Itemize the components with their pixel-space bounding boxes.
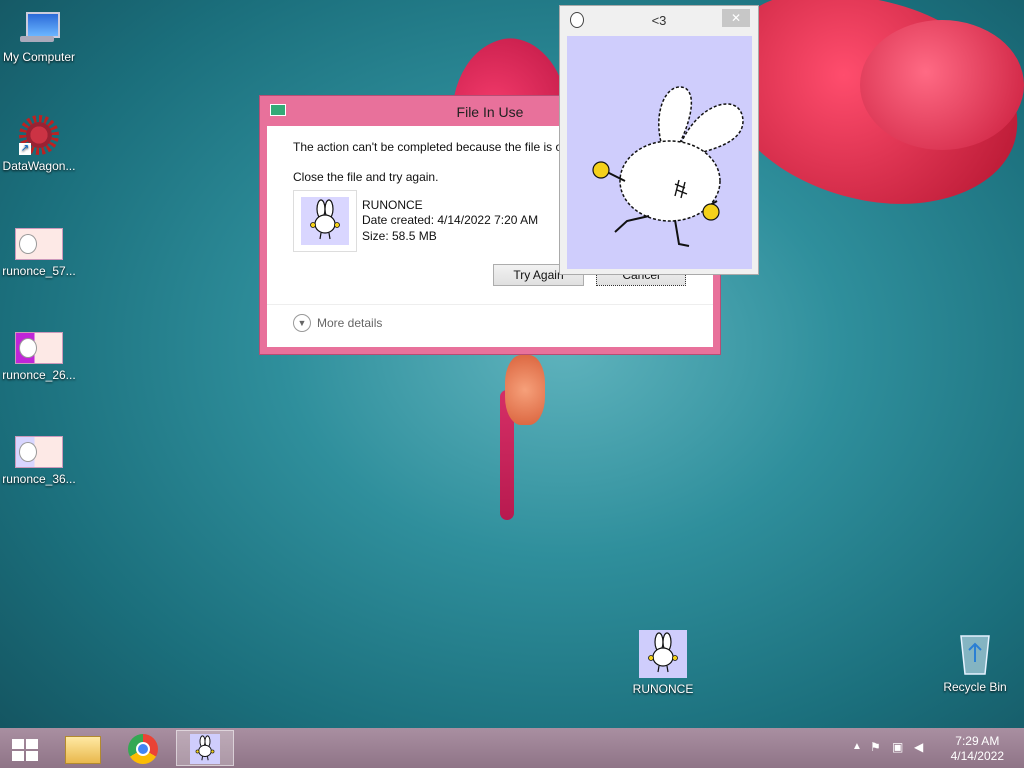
start-button[interactable] (0, 730, 50, 766)
action-center-flag-icon[interactable]: ⚑ (870, 740, 884, 754)
desktop-icon-my-computer[interactable]: My Computer (0, 10, 81, 64)
dialog-divider (267, 304, 713, 305)
volume-muted-icon[interactable]: ◀ (914, 740, 928, 754)
datawagon-icon: ↗ (19, 115, 59, 155)
heart-popup-window: <3 ✕ (559, 5, 759, 275)
clock-time: 7:29 AM (955, 734, 1000, 748)
bunny-animation-canvas (567, 36, 752, 269)
file-thumbnail (293, 190, 357, 252)
more-details-toggle[interactable]: ▼ More details (293, 314, 382, 332)
computer-icon (18, 10, 60, 46)
taskbar-file-explorer[interactable] (53, 730, 111, 766)
file-date-created: Date created: 4/14/2022 7:20 AM (362, 213, 539, 227)
desktop-icon-datawagon[interactable]: ↗ DataWagon... (0, 115, 81, 173)
dialog-instruction: Close the file and try again. (293, 170, 439, 184)
image-file-icon (15, 332, 63, 364)
wallpaper-petal (860, 20, 1024, 150)
desktop-icon-runonce-26[interactable]: runonce_26... (0, 332, 81, 382)
wallpaper-stamen (505, 355, 545, 425)
recycle-bin-icon (957, 630, 993, 676)
image-file-icon (15, 436, 63, 468)
desktop-icon-label: Recycle Bin (943, 680, 1007, 694)
dialog-message: The action can't be completed because th… (293, 140, 563, 154)
desktop-icon-runonce[interactable]: RUNONCE (621, 630, 705, 696)
dancing-bunny-icon (592, 86, 744, 247)
desktop-icon-label: runonce_57... (2, 264, 76, 278)
shortcut-arrow-icon: ↗ (19, 143, 31, 155)
file-size: Size: 58.5 MB (362, 229, 437, 243)
bunny-icon (301, 197, 349, 245)
desktop-icon-label: runonce_36... (2, 472, 76, 486)
desktop-icon-recycle-bin[interactable]: Recycle Bin (933, 630, 1017, 694)
clock-date: 4/14/2022 (950, 749, 1004, 763)
more-details-label: More details (317, 316, 383, 330)
windows-logo-icon (12, 739, 38, 761)
taskbar-runonce[interactable] (176, 730, 234, 766)
taskbar-chrome[interactable] (115, 730, 173, 766)
desktop-icon-label: My Computer (2, 50, 76, 64)
taskbar-clock[interactable]: 7:29 AM 4/14/2022 (951, 734, 1004, 764)
image-file-icon (15, 228, 63, 260)
close-button[interactable]: ✕ (722, 9, 750, 27)
taskbar: ▲ ⚑ ▣ ◀ 7:29 AM 4/14/2022 (0, 728, 1024, 768)
chrome-icon (128, 734, 158, 764)
desktop-icon-label: DataWagon... (2, 159, 76, 173)
bunny-icon (190, 734, 220, 764)
show-hidden-icons-icon[interactable]: ▲ (852, 741, 862, 752)
folder-icon (65, 736, 101, 764)
desktop-icon-runonce-36[interactable]: runonce_36... (0, 436, 81, 486)
bunny-icon (639, 630, 687, 678)
desktop-icon-label: RUNONCE (632, 682, 694, 696)
desktop-icon-runonce-57[interactable]: runonce_57... (0, 228, 81, 278)
network-icon[interactable]: ▣ (892, 740, 906, 754)
system-tray: ▲ ⚑ ▣ ◀ 7:29 AM 4/14/2022 (844, 728, 1024, 768)
chevron-down-icon: ▼ (293, 314, 311, 332)
file-name: RUNONCE (362, 198, 423, 212)
desktop-icon-label: runonce_26... (2, 368, 76, 382)
